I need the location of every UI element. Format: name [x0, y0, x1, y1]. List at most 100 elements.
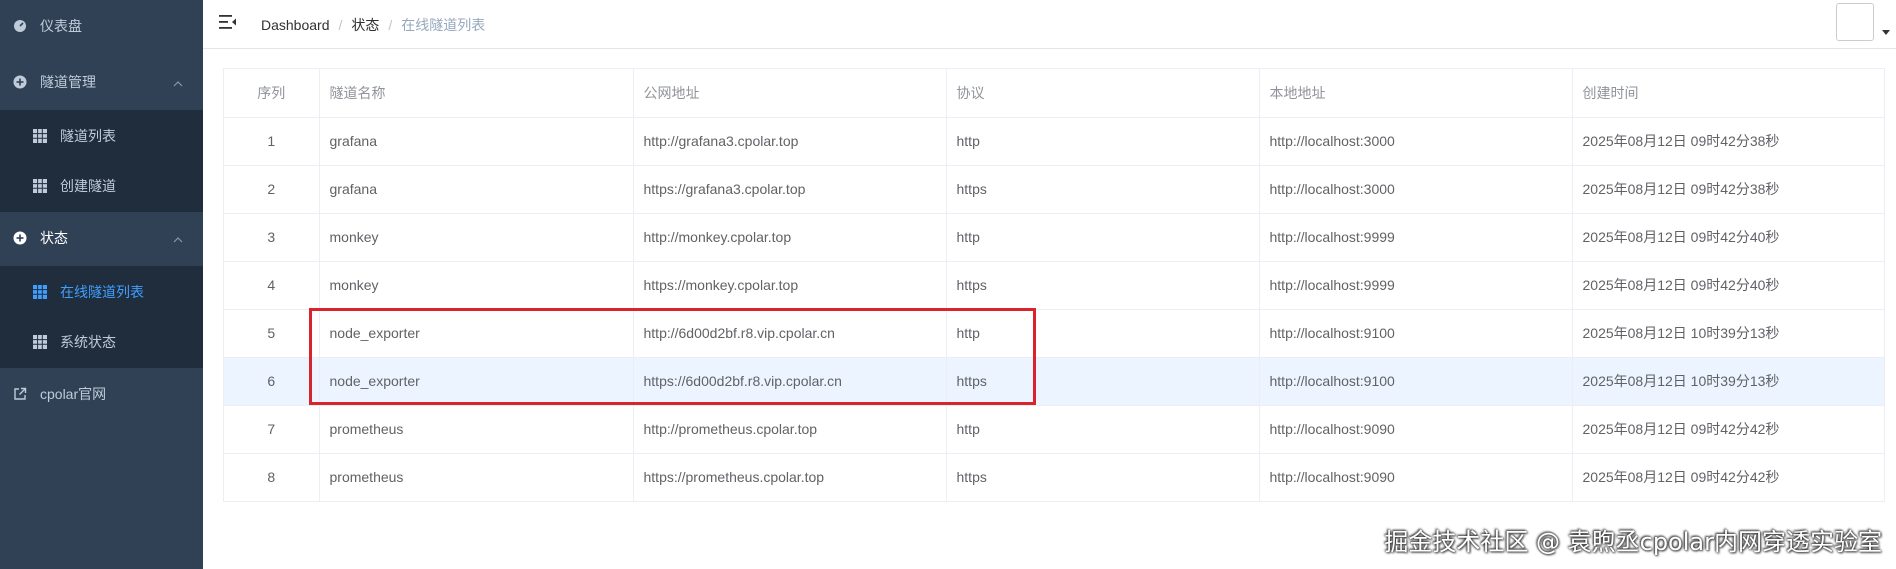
sidebar: 仪表盘 隧道管理 隧道列表 创建隧道 状态 在线隧道列表 系统状态 cpolar…	[0, 0, 203, 569]
cell-created-time: 2025年08月12日 10时39分13秒	[1572, 357, 1884, 406]
hamburger-icon[interactable]	[219, 14, 237, 32]
cell-index: 1	[224, 117, 320, 166]
cell-protocol: http	[946, 309, 1260, 358]
sidebar-item-system-status[interactable]: 系统状态	[0, 316, 203, 368]
dashboard-icon	[12, 18, 28, 34]
cell-local-address: http://localhost:3000	[1259, 117, 1573, 166]
menu-tunnel-management[interactable]: 隧道管理	[0, 56, 203, 108]
sidebar-item-online-tunnels[interactable]: 在线隧道列表	[0, 266, 203, 318]
table-row[interactable]: 1 grafana http://grafana3.cpolar.top htt…	[224, 117, 1884, 166]
grid-icon	[32, 178, 48, 194]
sidebar-item-create-tunnel-label: 创建隧道	[60, 178, 116, 194]
external-link-icon	[12, 386, 28, 402]
menu-tunnel-management-label: 隧道管理	[40, 74, 96, 90]
cell-tunnel-name: monkey	[319, 261, 634, 310]
cell-public-url: https://prometheus.cpolar.top	[633, 453, 947, 501]
table-row[interactable]: 4 monkey https://monkey.cpolar.top https…	[224, 261, 1884, 310]
breadcrumb-current: 在线隧道列表	[401, 17, 486, 33]
cell-local-address: http://localhost:9100	[1259, 357, 1573, 406]
cell-index: 7	[224, 405, 320, 454]
top-navbar: Dashboard / 状态 / 在线隧道列表	[203, 0, 1896, 49]
grid-icon	[32, 334, 48, 350]
cell-created-time: 2025年08月12日 10时39分13秒	[1572, 309, 1884, 358]
cell-created-time: 2025年08月12日 09时42分40秒	[1572, 261, 1884, 310]
table-row[interactable]: 3 monkey http://monkey.cpolar.top http h…	[224, 213, 1884, 262]
breadcrumb-separator: /	[388, 17, 393, 33]
cell-protocol: https	[946, 453, 1260, 501]
cell-index: 4	[224, 261, 320, 310]
menu-dashboard-label: 仪表盘	[40, 18, 82, 34]
cell-tunnel-name: monkey	[319, 213, 634, 262]
table-row-hovered[interactable]: 6 node_exporter https://6d00d2bf.r8.vip.…	[224, 357, 1884, 406]
cell-public-url: https://6d00d2bf.r8.vip.cpolar.cn	[633, 357, 947, 406]
sidebar-item-system-status-label: 系统状态	[60, 334, 116, 350]
cell-public-url: http://grafana3.cpolar.top	[633, 117, 947, 166]
column-header-protocol: 协议	[946, 69, 1260, 118]
cell-created-time: 2025年08月12日 09时42分38秒	[1572, 165, 1884, 214]
cell-created-time: 2025年08月12日 09时42分42秒	[1572, 405, 1884, 454]
cell-local-address: http://localhost:9090	[1259, 405, 1573, 454]
cell-index: 5	[224, 309, 320, 358]
chevron-up-icon	[173, 74, 183, 90]
cell-index: 3	[224, 213, 320, 262]
table-header-row: 序列 隧道名称 公网地址 协议 本地地址 创建时间	[224, 69, 1884, 118]
cell-local-address: http://localhost:3000	[1259, 165, 1573, 214]
cell-tunnel-name: prometheus	[319, 405, 634, 454]
avatar[interactable]	[1836, 3, 1874, 41]
breadcrumb-separator: /	[338, 17, 343, 33]
cell-created-time: 2025年08月12日 09时42分40秒	[1572, 213, 1884, 262]
cell-local-address: http://localhost:9999	[1259, 261, 1573, 310]
cell-local-address: http://localhost:9090	[1259, 453, 1573, 501]
cell-public-url: https://grafana3.cpolar.top	[633, 165, 947, 214]
cell-protocol: https	[946, 261, 1260, 310]
cell-tunnel-name: node_exporter	[319, 309, 634, 358]
online-tunnels-table: 序列 隧道名称 公网地址 协议 本地地址 创建时间 1 grafana http…	[223, 68, 1885, 502]
table-row[interactable]: 8 prometheus https://prometheus.cpolar.t…	[224, 453, 1884, 501]
watermark: 掘金技术社区 @ 袁煦丞cpolar内网穿透实验室	[1384, 528, 1882, 556]
cell-protocol: https	[946, 165, 1260, 214]
cell-public-url: http://prometheus.cpolar.top	[633, 405, 947, 454]
table-row[interactable]: 5 node_exporter http://6d00d2bf.r8.vip.c…	[224, 309, 1884, 358]
table-row[interactable]: 7 prometheus http://prometheus.cpolar.to…	[224, 405, 1884, 454]
cell-tunnel-name: node_exporter	[319, 357, 634, 406]
table-row[interactable]: 2 grafana https://grafana3.cpolar.top ht…	[224, 165, 1884, 214]
sidebar-item-create-tunnel[interactable]: 创建隧道	[0, 160, 203, 212]
sidebar-item-tunnel-list[interactable]: 隧道列表	[0, 110, 203, 162]
cell-local-address: http://localhost:9100	[1259, 309, 1573, 358]
menu-cpolar-site-label: cpolar官网	[40, 386, 107, 402]
plus-circle-icon	[12, 74, 28, 90]
plus-circle-icon	[12, 230, 28, 246]
column-header-public-url: 公网地址	[633, 69, 947, 118]
cell-tunnel-name: grafana	[319, 165, 634, 214]
cell-index: 2	[224, 165, 320, 214]
breadcrumb: Dashboard / 状态 / 在线隧道列表	[261, 15, 485, 35]
cell-created-time: 2025年08月12日 09时42分42秒	[1582, 469, 1780, 486]
column-header-tunnel-name: 隧道名称	[319, 69, 634, 118]
cell-tunnel-name: prometheus	[319, 453, 634, 501]
chevron-up-icon	[173, 230, 183, 246]
breadcrumb-status[interactable]: 状态	[351, 15, 379, 35]
column-header-local-address: 本地地址	[1259, 69, 1573, 118]
cell-protocol: https	[946, 357, 1260, 406]
cell-public-url: http://6d00d2bf.r8.vip.cpolar.cn	[633, 309, 947, 358]
cell-protocol: http	[946, 405, 1260, 454]
menu-dashboard[interactable]: 仪表盘	[0, 0, 203, 52]
sidebar-item-tunnel-list-label: 隧道列表	[60, 128, 116, 144]
menu-cpolar-site[interactable]: cpolar官网	[0, 368, 203, 420]
caret-down-icon[interactable]	[1882, 30, 1890, 35]
cell-tunnel-name: grafana	[319, 117, 634, 166]
column-header-index: 序列	[224, 69, 320, 118]
menu-status-label: 状态	[40, 230, 68, 246]
cell-index: 6	[224, 357, 320, 406]
cell-created-time: 2025年08月12日 09时42分38秒	[1572, 117, 1884, 166]
sidebar-item-online-tunnels-label: 在线隧道列表	[60, 284, 144, 300]
breadcrumb-home[interactable]: Dashboard	[261, 17, 330, 33]
grid-icon	[32, 128, 48, 144]
grid-icon	[32, 284, 48, 300]
menu-status[interactable]: 状态	[0, 212, 203, 264]
cell-local-address: http://localhost:9999	[1259, 213, 1573, 262]
cell-public-url: https://monkey.cpolar.top	[633, 261, 947, 310]
cell-protocol: http	[946, 213, 1260, 262]
column-header-created-time: 创建时间	[1572, 69, 1884, 118]
cell-index: 8	[224, 453, 320, 501]
